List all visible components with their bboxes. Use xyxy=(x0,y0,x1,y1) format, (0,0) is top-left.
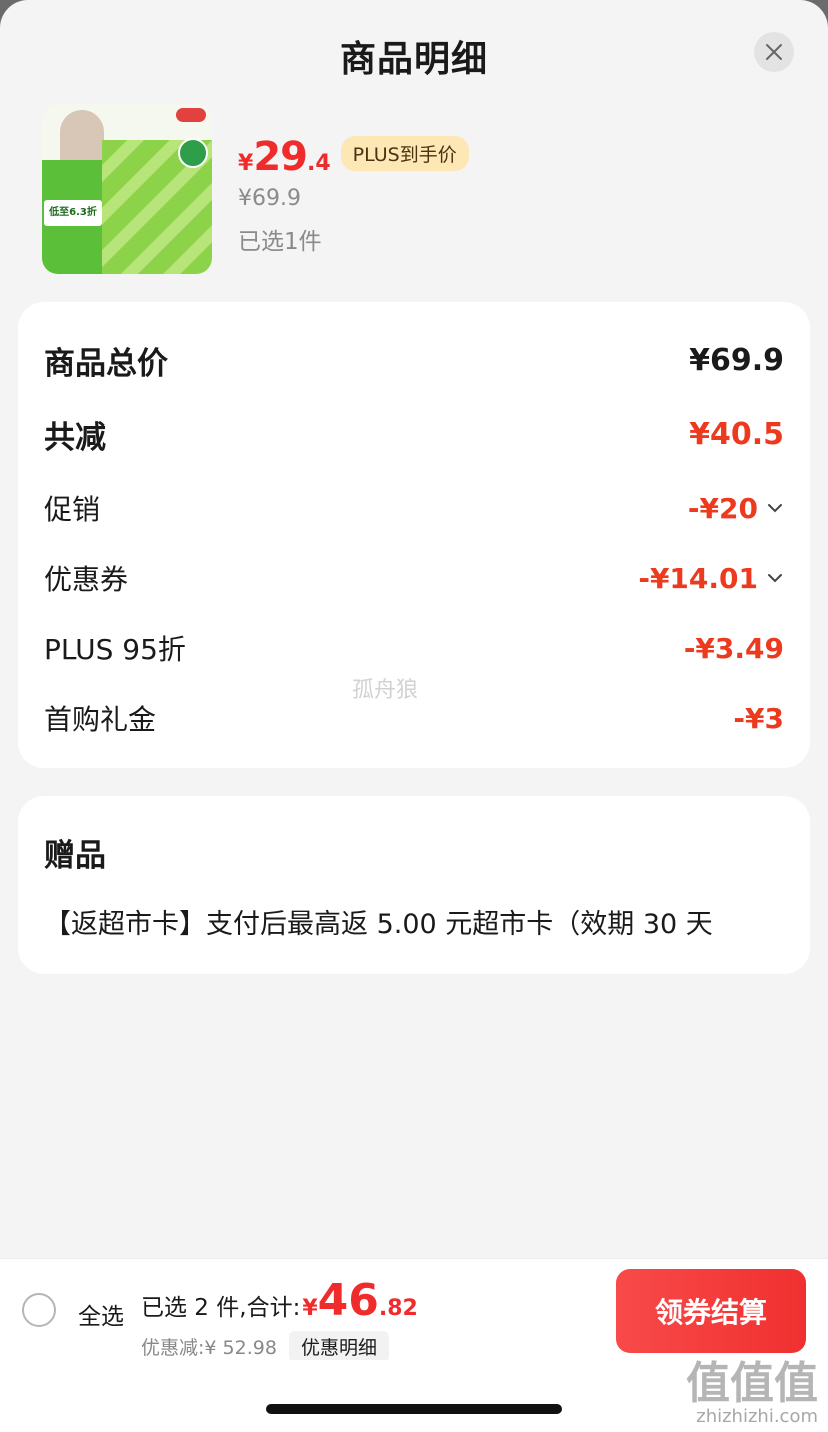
close-button[interactable] xyxy=(754,32,794,72)
plus-price: ¥ 29 .4 PLUS到手价 xyxy=(238,134,469,180)
original-price: ¥69.9 xyxy=(238,186,301,211)
watermark: 孤舟狼 xyxy=(352,678,419,703)
total-value: ¥69.9 xyxy=(689,343,784,378)
product-summary: 低至6.3折 ¥ 29 .4 PLUS到手价 ¥69.9 已选1件 xyxy=(42,104,802,276)
total-decimal: .82 xyxy=(378,1296,418,1321)
home-indicator[interactable] xyxy=(266,1404,562,1414)
first-purchase-value: -¥3 xyxy=(733,701,784,735)
price-currency: ¥ xyxy=(238,151,254,176)
first-purchase-row: 首购礼金 -¥3 xyxy=(44,698,784,738)
thumbnail-seal xyxy=(178,138,208,168)
plus-discount-value: -¥3.49 xyxy=(683,631,784,665)
close-icon xyxy=(766,44,782,60)
promotion-label: 促销 xyxy=(44,493,101,526)
reduce-label: 共减 xyxy=(44,420,106,456)
promotion-row[interactable]: 促销 -¥20 xyxy=(44,488,784,528)
discount-text: 优惠减:¥ 52.98 xyxy=(141,1337,277,1359)
coupon-row[interactable]: 优惠券 -¥14.01 xyxy=(44,558,784,598)
select-all-radio[interactable] xyxy=(22,1293,56,1327)
product-thumbnail[interactable]: 低至6.3折 xyxy=(42,104,212,274)
thumbnail-brand-logo xyxy=(176,108,206,122)
checkout-button[interactable]: 领券结算 xyxy=(616,1269,806,1353)
total-currency: ¥ xyxy=(302,1296,318,1321)
gift-card: 赠品 【返超市卡】支付后最高返 5.00 元超市卡（效期 30 天 xyxy=(18,796,810,974)
thumbnail-person xyxy=(60,110,104,166)
coupon-value-wrap: -¥14.01 xyxy=(638,562,784,595)
home-area: 值值值 zhizhizhi.com xyxy=(0,1360,828,1432)
select-all-label[interactable]: 全选 xyxy=(78,1297,124,1331)
promotion-value-wrap: -¥20 xyxy=(688,492,784,525)
gift-title: 赠品 xyxy=(44,838,106,874)
plus-discount-row: PLUS 95折 -¥3.49 xyxy=(44,628,784,668)
first-purchase-label: 首购礼金 xyxy=(44,703,157,736)
price-decimal: .4 xyxy=(306,151,331,176)
reduce-value: ¥40.5 xyxy=(689,417,784,452)
coupon-label: 优惠券 xyxy=(44,563,129,596)
promotion-value: -¥20 xyxy=(687,491,758,525)
total-integer: 46 xyxy=(317,1275,379,1326)
checkout-bar: 全选 已选 2 件,合计: ¥ 46 .82 优惠减:¥ 52.98 优惠明细 … xyxy=(0,1258,828,1362)
total-label: 商品总价 xyxy=(44,346,168,382)
detail-sheet: 商品明细 低至6.3折 ¥ 29 .4 PLUS到手价 ¥69.9 已选1件 商… xyxy=(0,0,828,1432)
discount-line: 优惠减:¥ 52.98 优惠明细 xyxy=(141,1331,389,1362)
page-title: 商品明细 xyxy=(339,39,488,80)
selected-count: 已选1件 xyxy=(238,229,322,255)
site-url: zhizhizhi.com xyxy=(696,1406,818,1427)
coupon-value: -¥14.01 xyxy=(638,561,758,595)
thumbnail-promo: 低至6.3折 xyxy=(44,200,102,226)
summary-label: 已选 2 件,合计: xyxy=(141,1295,301,1321)
plus-price-tag: PLUS到手价 xyxy=(340,135,469,171)
plus-discount-label: PLUS 95折 xyxy=(44,633,186,666)
gift-description: 【返超市卡】支付后最高返 5.00 元超市卡（效期 30 天 xyxy=(44,909,713,940)
order-summary: 已选 2 件,合计: ¥ 46 .82 xyxy=(141,1275,418,1326)
total-row: 商品总价 ¥69.9 xyxy=(44,338,784,383)
chevron-down-icon[interactable] xyxy=(766,499,784,517)
discount-detail-button[interactable]: 优惠明细 xyxy=(288,1331,389,1362)
chevron-down-icon[interactable] xyxy=(766,569,784,587)
price-integer: 29 xyxy=(253,134,308,180)
reduce-row: 共减 ¥40.5 xyxy=(44,412,784,457)
